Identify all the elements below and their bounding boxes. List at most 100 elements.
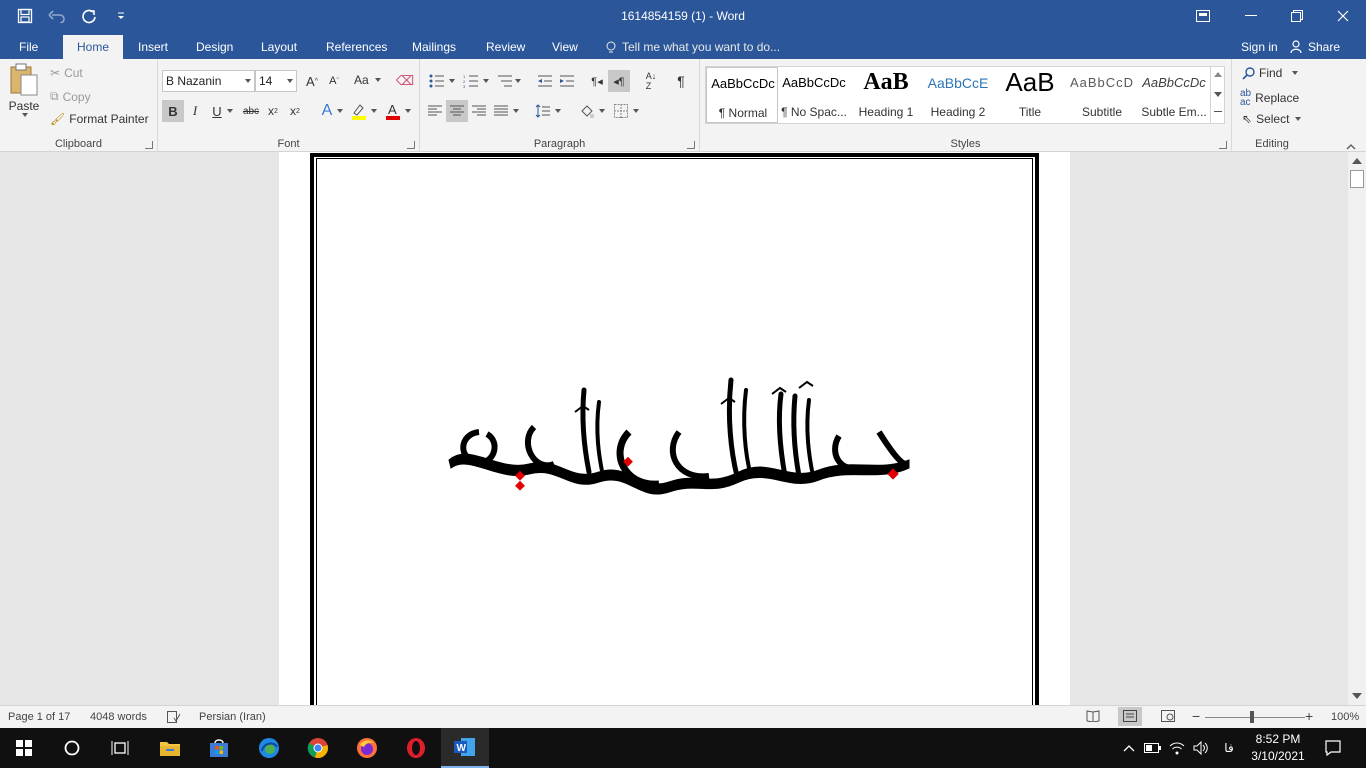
word-count[interactable]: 4048 words xyxy=(90,711,147,723)
ltr-direction-icon[interactable]: ¶◂ xyxy=(586,70,608,92)
paragraph-launcher-icon[interactable] xyxy=(687,141,695,149)
gallery-up-icon[interactable] xyxy=(1214,72,1222,77)
tell-me-box[interactable]: Tell me what you want to do... xyxy=(606,35,780,59)
edge-icon[interactable] xyxy=(245,728,293,768)
gallery-more-icon[interactable] xyxy=(1214,111,1222,112)
search-icon[interactable] xyxy=(48,728,96,768)
sort-icon[interactable]: A↓ Z xyxy=(640,70,662,92)
select-button[interactable]: ⇖ Select xyxy=(1242,112,1302,126)
change-case-button[interactable]: Aa xyxy=(354,73,381,87)
battery-icon[interactable] xyxy=(1142,728,1164,768)
style-no-spacing[interactable]: AaBbCcDc ¶ No Spac... xyxy=(778,67,850,123)
font-name-combo[interactable]: B Nazanin xyxy=(162,70,255,92)
font-color-icon[interactable]: A xyxy=(382,100,404,122)
zoom-level[interactable]: 100% xyxy=(1331,711,1359,723)
font-launcher-icon[interactable] xyxy=(407,141,415,149)
document-page[interactable] xyxy=(279,152,1070,705)
scroll-thumb[interactable] xyxy=(1350,170,1364,188)
language-indicator[interactable]: Persian (Iran) xyxy=(199,711,266,723)
show-hidden-icons[interactable] xyxy=(1118,728,1140,768)
word-taskbar-icon[interactable]: W xyxy=(441,728,489,768)
styles-launcher-icon[interactable] xyxy=(1219,141,1227,149)
numbering-icon[interactable]: 123 xyxy=(460,70,482,92)
tab-view[interactable]: View xyxy=(552,35,578,59)
system-clock[interactable]: 8:52 PM 3/10/2021 xyxy=(1248,731,1308,765)
tab-mailings[interactable]: Mailings xyxy=(412,35,456,59)
line-spacing-icon[interactable] xyxy=(532,100,554,122)
input-language-indicator[interactable]: فا xyxy=(1216,728,1242,768)
file-explorer-icon[interactable] xyxy=(146,728,194,768)
copy-button[interactable]: ⧉ Copy xyxy=(50,89,91,104)
paste-dropdown-icon[interactable] xyxy=(22,113,28,117)
notifications-icon[interactable] xyxy=(1318,728,1348,768)
align-left-icon[interactable] xyxy=(424,100,446,122)
zoom-in-icon[interactable]: + xyxy=(1305,708,1313,724)
superscript-icon[interactable]: x2 xyxy=(284,100,306,122)
font-name-dropdown-icon[interactable] xyxy=(245,79,251,83)
ribbon-display-options-icon[interactable] xyxy=(1180,0,1226,32)
proofing-icon[interactable] xyxy=(167,711,181,726)
zoom-slider-thumb[interactable] xyxy=(1250,711,1254,723)
text-effects-dropdown-icon[interactable] xyxy=(334,100,344,122)
style-subtitle[interactable]: AaBbCcD Subtitle xyxy=(1066,67,1138,123)
minimize-icon[interactable] xyxy=(1228,0,1274,32)
multilevel-dropdown-icon[interactable] xyxy=(512,70,522,92)
find-button[interactable]: Find xyxy=(1242,66,1299,80)
zoom-slider[interactable] xyxy=(1205,717,1305,718)
chrome-icon[interactable] xyxy=(294,728,342,768)
rtl-direction-icon[interactable]: ◂¶ xyxy=(608,70,630,92)
style-subtle-emphasis[interactable]: AaBbCcDc Subtle Em... xyxy=(1138,67,1210,123)
tab-layout[interactable]: Layout xyxy=(261,35,297,59)
styles-gallery-scroll[interactable] xyxy=(1210,67,1224,123)
scroll-down-icon[interactable] xyxy=(1352,693,1362,699)
task-view-icon[interactable] xyxy=(96,728,144,768)
replace-button[interactable]: ab ac Replace xyxy=(1240,89,1299,108)
bold-icon[interactable]: B xyxy=(162,100,184,122)
shading-icon[interactable] xyxy=(576,100,598,122)
strikethrough-icon[interactable]: abc xyxy=(240,100,262,122)
font-size-dropdown-icon[interactable] xyxy=(287,79,293,83)
clipboard-launcher-icon[interactable] xyxy=(145,141,153,149)
collapse-ribbon-icon[interactable] xyxy=(1346,139,1356,150)
tab-home[interactable]: Home xyxy=(63,35,124,59)
share-button[interactable]: Share xyxy=(1290,35,1340,59)
opera-icon[interactable] xyxy=(392,728,440,768)
borders-dropdown-icon[interactable] xyxy=(630,100,640,122)
italic-icon[interactable]: I xyxy=(184,100,206,122)
close-icon[interactable] xyxy=(1320,0,1366,32)
style-heading-1[interactable]: AaB Heading 1 xyxy=(850,67,922,123)
gallery-down-icon[interactable] xyxy=(1214,92,1222,97)
read-mode-icon[interactable] xyxy=(1086,710,1100,725)
style-title[interactable]: AaB Title xyxy=(994,67,1066,123)
show-marks-icon[interactable]: ¶ xyxy=(670,70,692,92)
tab-file[interactable]: File xyxy=(19,35,38,59)
bullets-dropdown-icon[interactable] xyxy=(446,70,456,92)
volume-icon[interactable] xyxy=(1190,728,1212,768)
shading-dropdown-icon[interactable] xyxy=(596,100,606,122)
start-button[interactable] xyxy=(0,728,48,768)
restore-icon[interactable] xyxy=(1274,0,1320,32)
sign-in-link[interactable]: Sign in xyxy=(1241,35,1278,59)
font-color-dropdown-icon[interactable] xyxy=(402,100,412,122)
subscript-icon[interactable]: x2 xyxy=(262,100,284,122)
grow-font-icon[interactable]: A ^ xyxy=(301,70,323,92)
page-count[interactable]: Page 1 of 17 xyxy=(8,711,70,723)
highlight-dropdown-icon[interactable] xyxy=(368,100,378,122)
paste-button[interactable]: Paste xyxy=(8,63,40,117)
clear-formatting-icon[interactable]: ⌫ xyxy=(394,70,416,92)
wifi-icon[interactable] xyxy=(1166,728,1188,768)
bullets-icon[interactable] xyxy=(426,70,448,92)
highlight-icon[interactable] xyxy=(348,100,370,122)
justify-icon[interactable] xyxy=(490,100,512,122)
print-layout-icon[interactable] xyxy=(1118,707,1142,726)
increase-indent-icon[interactable] xyxy=(556,70,578,92)
style-normal[interactable]: AaBbCcDc ¶ Normal xyxy=(706,67,778,123)
vertical-scrollbar[interactable] xyxy=(1348,152,1366,705)
tab-review[interactable]: Review xyxy=(486,35,525,59)
line-spacing-dropdown-icon[interactable] xyxy=(552,100,562,122)
underline-dropdown-icon[interactable] xyxy=(224,100,234,122)
scroll-up-icon[interactable] xyxy=(1352,158,1362,164)
store-icon[interactable] xyxy=(195,728,243,768)
cut-button[interactable]: ✂ Cut xyxy=(50,66,83,80)
format-painter-button[interactable]: 🖌 Format Painter xyxy=(50,112,149,126)
